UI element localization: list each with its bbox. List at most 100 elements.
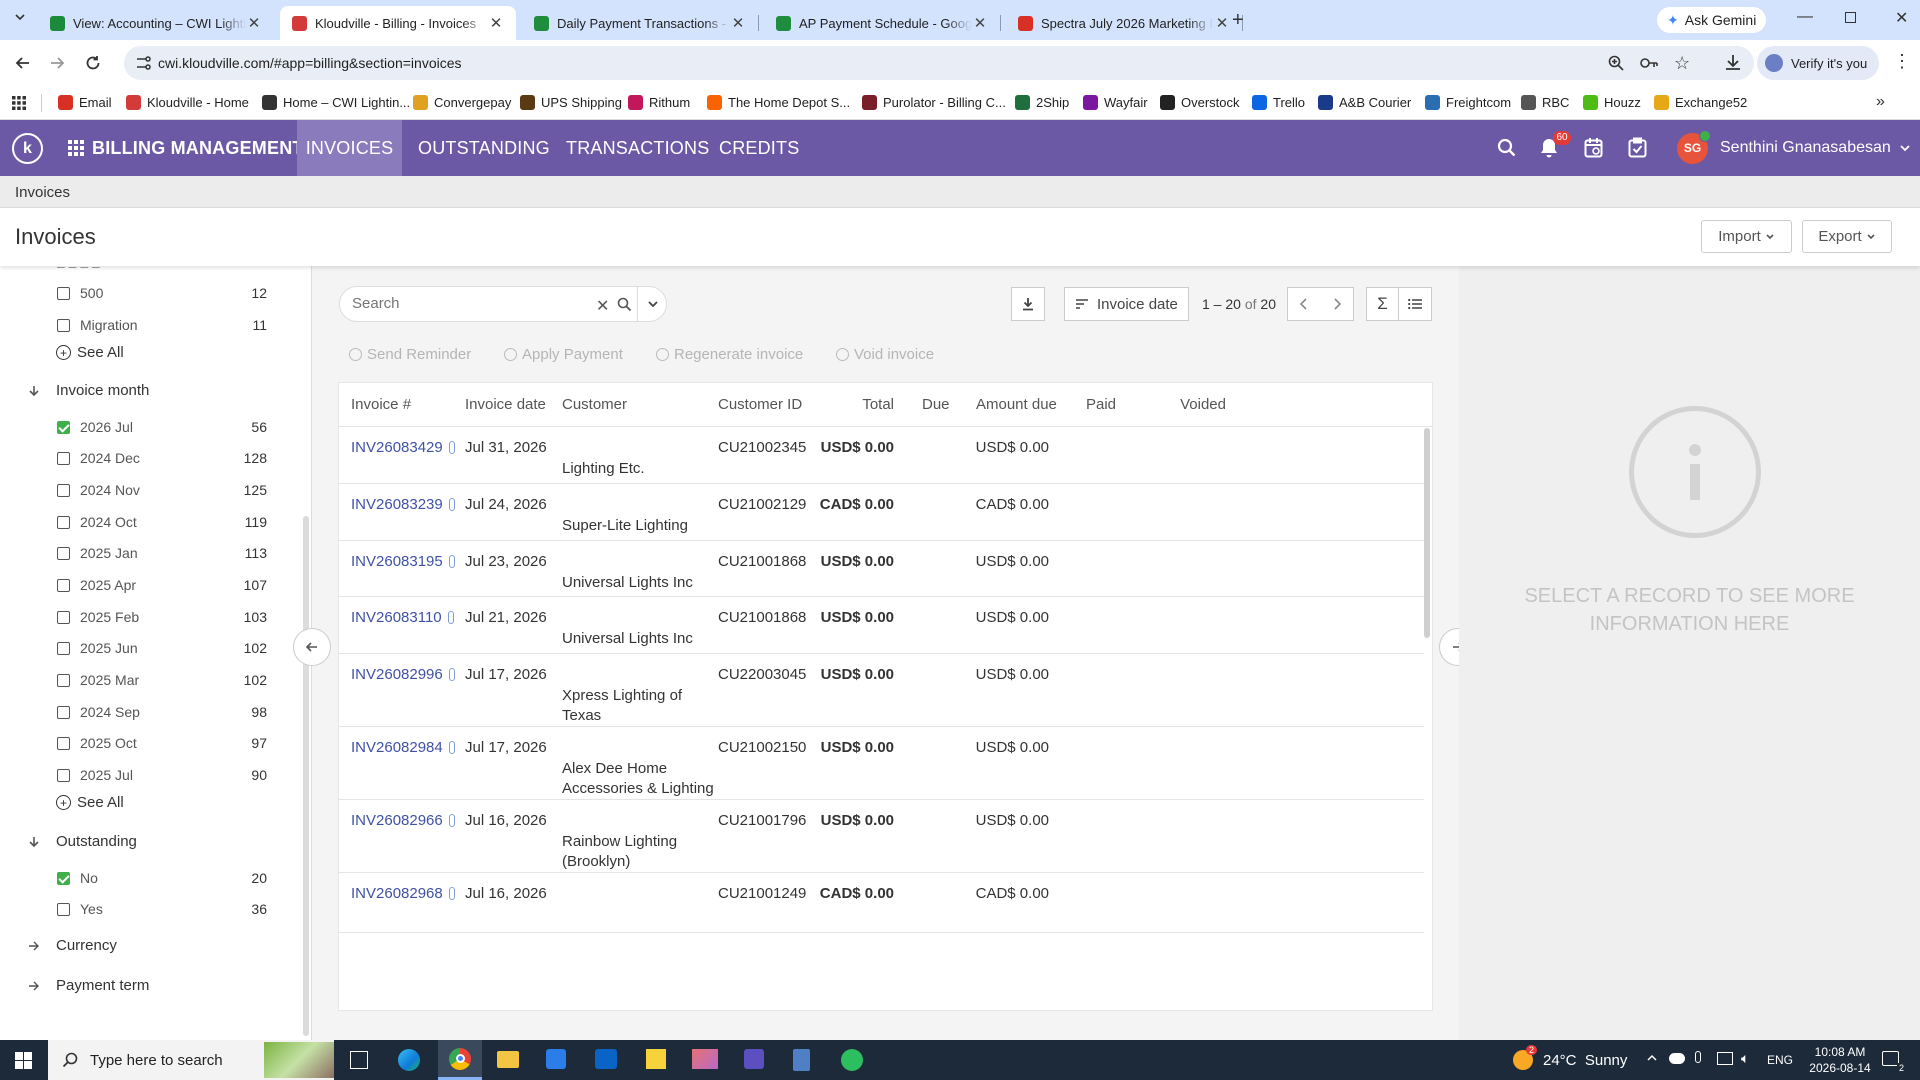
tab-search-chevron-icon[interactable] bbox=[8, 11, 32, 31]
nav-invoices[interactable]: INVOICES bbox=[297, 120, 402, 176]
checkbox-icon[interactable] bbox=[57, 705, 70, 719]
edge-icon[interactable] bbox=[398, 1049, 420, 1071]
filter-option[interactable]: 2024 Dec 128 bbox=[57, 448, 267, 468]
action-void-invoice[interactable]: Void invoice bbox=[836, 346, 934, 363]
nav-outstanding[interactable]: OUTSTANDING bbox=[418, 120, 550, 176]
volume-icon[interactable]: 🔈︎ bbox=[1741, 1050, 1749, 1067]
close-tab-icon[interactable]: ✕ bbox=[1214, 14, 1230, 32]
checkbox-icon[interactable] bbox=[57, 318, 70, 332]
task-view-icon[interactable] bbox=[350, 1051, 368, 1069]
bookmark-item[interactable]: Purolator - Billing C... bbox=[862, 95, 1006, 110]
restore-button[interactable] bbox=[1845, 12, 1856, 23]
filter-option[interactable]: 2026 Jul 56 bbox=[57, 417, 267, 437]
column-header[interactable]: Total bbox=[862, 396, 894, 413]
search-options-chevron-icon[interactable] bbox=[637, 287, 667, 321]
taskbar-search[interactable]: Type here to search bbox=[48, 1040, 334, 1080]
filter-option[interactable]: 2025 Apr 107 bbox=[57, 575, 267, 595]
attachment-paperclip-icon[interactable] bbox=[448, 741, 455, 754]
bookmark-item[interactable]: Overstock bbox=[1160, 95, 1240, 110]
invoice-number-link[interactable]: INV26082984 bbox=[351, 739, 455, 756]
column-header[interactable]: Invoice date bbox=[465, 396, 546, 413]
password-key-icon[interactable] bbox=[1640, 56, 1658, 70]
browser-menu-icon[interactable]: ⋮ bbox=[1893, 52, 1911, 70]
invoice-number-link[interactable]: INV26082996 bbox=[351, 666, 455, 683]
outlook-icon[interactable] bbox=[595, 1049, 617, 1069]
back-icon[interactable] bbox=[14, 54, 32, 72]
outstanding-group[interactable]: Outstanding bbox=[28, 833, 137, 850]
nav-transactions[interactable]: TRANSACTIONS bbox=[566, 120, 709, 176]
weather-widget[interactable]: 2 24°C Sunny bbox=[1513, 1040, 1627, 1080]
kloudville-logo[interactable]: k bbox=[12, 133, 43, 164]
table-row[interactable]: INV26082984 Jul 17, 2026 Alex Dee Home Acce… bbox=[339, 727, 1424, 800]
close-tab-icon[interactable]: ✕ bbox=[972, 14, 988, 32]
column-header[interactable]: Customer bbox=[562, 396, 627, 413]
bookmark-item[interactable]: Houzz bbox=[1583, 95, 1641, 110]
checkbox-icon[interactable] bbox=[57, 610, 70, 624]
action-regenerate-invoice[interactable]: Regenerate invoice bbox=[656, 346, 803, 363]
table-scrollbar[interactable] bbox=[1424, 428, 1430, 638]
omnibox[interactable]: cwi.kloudville.com/#app=billing&section=… bbox=[124, 46, 1754, 80]
checked-checkbox-icon[interactable] bbox=[57, 420, 70, 434]
column-header[interactable]: Paid bbox=[1086, 396, 1116, 413]
filter-option[interactable]: 2024 Sep 98 bbox=[57, 702, 267, 722]
file-explorer-icon[interactable] bbox=[497, 1051, 519, 1068]
checkbox-icon[interactable] bbox=[57, 451, 70, 465]
attachment-paperclip-icon[interactable] bbox=[448, 887, 455, 900]
filter-option[interactable]: 500 12 bbox=[57, 283, 267, 303]
browser-tab[interactable]: Spectra July 2026 Marketing Inc ✕ bbox=[1006, 6, 1243, 40]
action-center-icon[interactable]: 2 bbox=[1882, 1051, 1906, 1073]
search-icon[interactable] bbox=[1497, 138, 1516, 157]
checkbox-icon[interactable] bbox=[57, 673, 70, 687]
action-send-reminder[interactable]: Send Reminder bbox=[349, 346, 471, 363]
filter-option[interactable]: 2025 Mar 102 bbox=[57, 670, 267, 690]
zoom-icon[interactable] bbox=[1608, 55, 1624, 71]
checkbox-icon[interactable] bbox=[57, 578, 70, 592]
bookmark-item[interactable]: 2Ship bbox=[1015, 95, 1069, 110]
attachment-paperclip-icon[interactable] bbox=[448, 441, 455, 454]
bookmark-item[interactable]: A&B Courier bbox=[1318, 95, 1411, 110]
checkbox-icon[interactable] bbox=[57, 736, 70, 750]
bookmark-item[interactable]: Wayfair bbox=[1083, 95, 1148, 110]
import-button[interactable]: Import bbox=[1701, 220, 1792, 253]
attachment-paperclip-icon[interactable] bbox=[448, 498, 455, 511]
invoice-number-link[interactable]: INV26082968 bbox=[351, 885, 455, 902]
network-icon[interactable] bbox=[1717, 1052, 1733, 1065]
minimize-button[interactable]: — bbox=[1797, 8, 1813, 26]
cloud-tray-icon[interactable] bbox=[1669, 1053, 1685, 1064]
nav-credits[interactable]: CREDITS bbox=[719, 120, 799, 176]
browser-tab[interactable]: AP Payment Schedule - Google ✕ bbox=[764, 6, 1001, 40]
chat-app-icon[interactable] bbox=[841, 1049, 863, 1071]
sort-button[interactable]: Invoice date bbox=[1064, 287, 1189, 321]
bookmark-item[interactable]: Trello bbox=[1252, 95, 1305, 110]
table-row[interactable]: INV26082966 Jul 16, 2026 Rainbow Lighting(… bbox=[339, 800, 1424, 873]
filter-option[interactable]: 2025 Jan 113 bbox=[57, 543, 267, 563]
user-menu[interactable]: SG Senthini Gnanasabesan bbox=[1677, 129, 1911, 164]
filter-option[interactable]: 2024 Nov 125 bbox=[57, 480, 267, 500]
start-button[interactable] bbox=[15, 1052, 32, 1069]
prev-page-icon[interactable] bbox=[1288, 288, 1321, 320]
invoice-number-link[interactable]: INV26083110 bbox=[351, 609, 454, 626]
invoice-number-link[interactable]: INV26083429 bbox=[351, 439, 455, 456]
forward-icon[interactable] bbox=[48, 54, 66, 72]
sidebar-scrollbar[interactable] bbox=[303, 516, 309, 1036]
download-button[interactable] bbox=[1011, 287, 1045, 321]
checkbox-icon[interactable] bbox=[57, 641, 70, 655]
checkbox-icon[interactable] bbox=[57, 483, 70, 497]
clear-search-icon[interactable]: ✕ bbox=[596, 296, 609, 316]
table-row[interactable]: INV26082996 Jul 17, 2026 Xpress Lighting o… bbox=[339, 654, 1424, 727]
checked-checkbox-icon[interactable] bbox=[57, 871, 70, 885]
store-icon[interactable] bbox=[546, 1049, 566, 1069]
checkbox-icon[interactable] bbox=[57, 515, 70, 529]
export-button[interactable]: Export bbox=[1802, 220, 1892, 253]
table-row[interactable]: INV26082968 Jul 16, 2026 CU21001249 CAD$ 0.… bbox=[339, 873, 1424, 933]
bookmark-item[interactable]: Home – CWI Lightin... bbox=[262, 95, 410, 110]
bookmark-item[interactable]: Rithum bbox=[628, 95, 690, 110]
action-apply-payment[interactable]: Apply Payment bbox=[504, 346, 623, 363]
invoice-number-link[interactable]: INV26082966 bbox=[351, 812, 455, 829]
teams-app-icon[interactable] bbox=[744, 1049, 764, 1069]
downloads-icon[interactable] bbox=[1724, 53, 1742, 71]
bookmark-item[interactable]: Kloudville - Home bbox=[126, 95, 249, 110]
checkbox-icon[interactable] bbox=[57, 546, 70, 560]
filter-option[interactable]: Migration 11 bbox=[57, 315, 267, 335]
close-window-button[interactable]: ✕ bbox=[1895, 8, 1908, 28]
